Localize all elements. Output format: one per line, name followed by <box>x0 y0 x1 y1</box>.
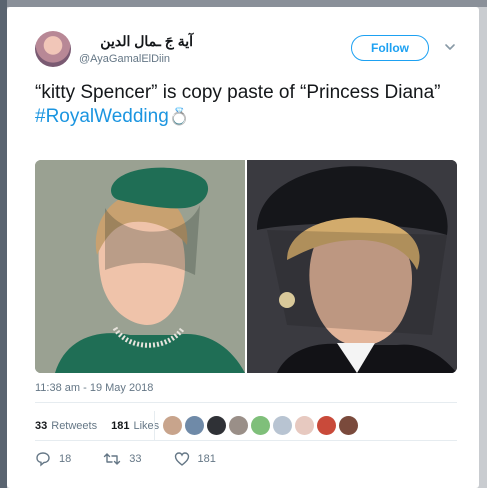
photo-kitty-spencer[interactable] <box>35 160 245 373</box>
tweet-text: “kitty Spencer” is copy paste of “Prince… <box>35 81 465 129</box>
user-handle[interactable]: @AyaGamalElDiin <box>79 53 170 65</box>
tweet-text-body: “kitty Spencer” is copy paste of “Prince… <box>35 82 441 103</box>
liker-avatar[interactable] <box>163 416 182 435</box>
liker-avatar[interactable] <box>229 416 248 435</box>
liker-avatar[interactable] <box>251 416 270 435</box>
liker-avatars <box>163 416 361 436</box>
chevron-down-icon[interactable] <box>443 40 457 54</box>
background-left-strip <box>0 0 7 488</box>
retweets-count: 33 <box>35 420 48 432</box>
engagement-stats: 33 Retweets 181 Likes <box>35 415 173 437</box>
display-name[interactable]: آية جَ ـمال الدين <box>100 33 193 50</box>
like-count: 181 <box>197 453 216 465</box>
liker-avatar[interactable] <box>317 416 336 435</box>
tweet-actions: 18 33 181 <box>35 449 248 469</box>
retweet-icon <box>104 453 121 465</box>
likes-label: Likes <box>133 420 160 432</box>
likes-stat[interactable]: 181 Likes <box>111 420 159 432</box>
like-button[interactable]: 181 <box>174 451 216 467</box>
avatar[interactable] <box>35 31 71 67</box>
liker-avatar[interactable] <box>339 416 358 435</box>
media-grid[interactable] <box>35 160 457 373</box>
heart-icon <box>174 452 189 466</box>
likes-count: 181 <box>111 420 130 432</box>
liker-avatar[interactable] <box>185 416 204 435</box>
hashtag-link[interactable]: #RoyalWedding <box>35 106 169 127</box>
stats-separator <box>154 411 155 441</box>
background-top-strip <box>0 0 487 7</box>
retweets-label: Retweets <box>51 420 98 432</box>
divider <box>35 440 457 441</box>
tweet-text-hashtag-line: #RoyalWedding💍 <box>35 105 465 129</box>
retweet-count: 33 <box>129 453 142 465</box>
liker-avatar[interactable] <box>207 416 226 435</box>
reply-count: 18 <box>59 453 72 465</box>
retweets-stat[interactable]: 33 Retweets <box>35 420 97 432</box>
liker-avatar[interactable] <box>273 416 292 435</box>
divider <box>35 402 457 403</box>
reply-icon <box>36 452 50 467</box>
reply-button[interactable]: 18 <box>35 451 71 467</box>
liker-avatar[interactable] <box>295 416 314 435</box>
photo-princess-diana[interactable] <box>247 160 457 373</box>
ring-emoji: 💍 <box>168 107 190 126</box>
tweet-timestamp[interactable]: 11:38 am - 19 May 2018 <box>35 382 153 394</box>
retweet-button[interactable]: 33 <box>103 451 142 467</box>
tweet-card: آية جَ ـمال الدين @AyaGamalElDiin Follow… <box>7 7 479 488</box>
follow-button[interactable]: Follow <box>351 35 429 61</box>
